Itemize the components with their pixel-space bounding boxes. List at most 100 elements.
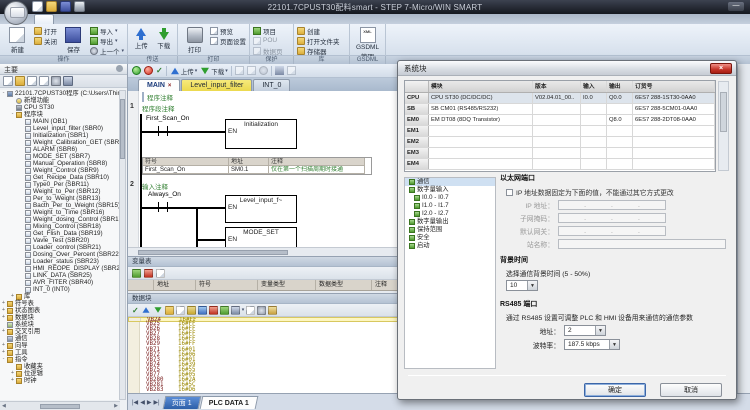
quick-new-icon[interactable] xyxy=(32,1,43,12)
contact-first-scan-on[interactable] xyxy=(158,126,168,136)
box-level-input-filter[interactable]: Level_input_f~ EN xyxy=(225,195,297,223)
compile-icon[interactable]: ✓ xyxy=(156,66,163,75)
tree-item[interactable]: Dosing_Over_Percent (SBR22) xyxy=(0,251,120,258)
tab-level-input-filter[interactable]: Level_input_filter xyxy=(181,79,252,91)
tree-item[interactable]: + 数据块 xyxy=(0,314,120,321)
db-download-icon[interactable] xyxy=(154,307,161,313)
run-button[interactable] xyxy=(132,66,141,75)
module-table-row[interactable]: EM4 xyxy=(405,159,715,170)
cancel-button[interactable]: 取消 xyxy=(660,383,722,397)
tree-item[interactable]: - 程序块 xyxy=(0,111,120,118)
tree-expander[interactable]: + xyxy=(0,349,7,356)
tree-vscroll-thumb[interactable] xyxy=(120,99,125,159)
tree-toolbar-view-icon[interactable] xyxy=(63,76,73,86)
minimize-button[interactable]: — xyxy=(728,2,744,11)
tree-expander[interactable]: + xyxy=(0,307,7,314)
tree-expander[interactable]: + xyxy=(9,377,16,384)
preview-button[interactable]: 预览 xyxy=(210,26,246,35)
module-slot-label[interactable]: CPU xyxy=(405,93,429,103)
tree-item[interactable]: Type0_Per (SBR11) xyxy=(0,181,120,188)
pin-icon[interactable] xyxy=(116,65,123,72)
vt-copy-icon[interactable] xyxy=(156,269,165,278)
ribbon-tab[interactable] xyxy=(56,14,74,24)
box-mode-set[interactable]: MODE_SET EN xyxy=(225,227,297,247)
tree-item[interactable]: Vavle_Test (SBR20) xyxy=(0,237,120,244)
db-delete-icon[interactable] xyxy=(209,306,218,315)
db-tools-icon[interactable] xyxy=(268,306,277,315)
db-verify-icon[interactable]: ✓ xyxy=(132,306,139,315)
ribbon-tab[interactable] xyxy=(116,14,134,24)
save-button[interactable]: 保存 xyxy=(59,26,88,54)
tree-item[interactable]: CPU ST30 xyxy=(0,104,120,111)
ribbon-tab[interactable] xyxy=(136,14,154,24)
contact-label-first-scan-on[interactable]: First_Scan_On xyxy=(146,115,189,122)
module-table-row[interactable]: EM0 EM DT08 (8DQ Transistor) Q8.0 6ES7 2… xyxy=(405,115,715,126)
tree-item[interactable]: ALARM (SBR6) xyxy=(0,146,120,153)
ribbon-tab[interactable] xyxy=(34,14,54,24)
module-slot-label[interactable]: EM0 xyxy=(405,115,429,125)
tree-item[interactable]: Weight_Control (SBR9) xyxy=(0,167,120,174)
network2-comment[interactable]: 输入注释 xyxy=(142,181,168,191)
module-name-cell[interactable] xyxy=(429,159,533,169)
editor-hscroll-thumb[interactable] xyxy=(138,250,288,255)
tree-expander[interactable]: + xyxy=(0,328,7,335)
db-settings-icon[interactable] xyxy=(257,306,266,315)
tree-item[interactable]: 收藏夹 xyxy=(0,363,120,370)
ribbon-tab[interactable] xyxy=(76,14,94,24)
db-open-icon[interactable] xyxy=(165,306,174,315)
tree-item[interactable]: Per_to_Weight (SBR13) xyxy=(0,195,120,202)
project-protect-button[interactable]: 项目 xyxy=(253,26,283,35)
rs485-baud-select[interactable]: 187.5 kbps ▼ xyxy=(564,339,620,350)
module-name-cell[interactable]: CPU ST30 (DC/DC/DC) xyxy=(429,93,533,103)
dialog-title-bar[interactable]: 系统块 × xyxy=(398,61,736,76)
app-menu-button[interactable] xyxy=(4,1,28,25)
next-page-button[interactable]: ▶ xyxy=(147,399,152,406)
tab-main[interactable]: MAIN× xyxy=(138,79,180,91)
editor-upload-button[interactable]: 上传▾ xyxy=(170,66,198,76)
new-button[interactable]: 新建 xyxy=(3,26,32,54)
module-table-row[interactable]: SB SB CM01 (RS485/RS232) 6ES7 288-5CM01-… xyxy=(405,104,715,115)
tree-item[interactable]: Weight_Calibration_GET (SBR2) xyxy=(0,139,120,146)
db-view-caret[interactable]: ▾ xyxy=(242,307,245,313)
dialog-tree-item[interactable]: I2.0 - I2.7 xyxy=(405,210,495,218)
module-table-row[interactable]: EM3 xyxy=(405,148,715,159)
db-insert-icon[interactable] xyxy=(198,306,207,315)
tree-expander[interactable]: + xyxy=(9,370,16,377)
db-upload-icon[interactable] xyxy=(142,307,149,313)
quick-save-icon[interactable] xyxy=(60,1,71,12)
print-button[interactable]: 打印 xyxy=(181,26,208,54)
tree-expander[interactable]: + xyxy=(0,342,7,349)
tree-item[interactable]: + 位逻辑 xyxy=(0,370,120,377)
download-button[interactable]: 下载 xyxy=(154,26,175,50)
rs485-address-dropdown-icon[interactable]: ▼ xyxy=(595,326,605,335)
tree-item[interactable]: Manual_Operation (SBR8) xyxy=(0,160,120,167)
tree-hscroll-thumb[interactable] xyxy=(40,404,80,409)
tree-item[interactable]: Initialization (SBR1) xyxy=(0,132,120,139)
tree-item[interactable]: Bacth_Per_to_Weight (SBR15) xyxy=(0,202,120,209)
network1-comment[interactable]: 程序段注释 xyxy=(142,103,175,113)
tab-int0[interactable]: INT_0 xyxy=(253,79,290,91)
tree-expander[interactable]: - xyxy=(0,356,7,363)
contact-label-always-on[interactable]: Always_On xyxy=(148,191,181,198)
background-time-select[interactable]: 10 ▼ xyxy=(506,280,538,291)
tab-close-icon[interactable]: × xyxy=(168,83,172,89)
ribbon-tab[interactable] xyxy=(96,14,114,24)
open-folder-button[interactable]: 打开文件夹 xyxy=(297,36,340,45)
tree-item[interactable]: Loader_control (SBR21) xyxy=(0,244,120,251)
tree-item[interactable]: MAIN (OB1) xyxy=(0,118,120,125)
module-slot-label[interactable]: SB xyxy=(405,104,429,114)
tree-item[interactable]: + 状态图表 xyxy=(0,307,120,314)
module-slot-label[interactable]: EM4 xyxy=(405,159,429,169)
tree-expander[interactable]: + xyxy=(0,314,7,321)
dialog-tree-item[interactable]: 通信 xyxy=(405,178,495,186)
tree-item[interactable]: HMI_REOPE_DISPLAY (SBR24) xyxy=(0,265,120,272)
db-paste-icon[interactable] xyxy=(187,306,196,315)
db-view-icon[interactable] xyxy=(231,306,240,315)
module-name-cell[interactable]: EM DT08 (8DQ Transistor) xyxy=(429,115,533,125)
quick-open-icon[interactable] xyxy=(46,1,57,12)
ip-fixed-checkbox[interactable] xyxy=(506,189,513,196)
db-props-icon[interactable] xyxy=(246,306,255,315)
tree-horizontal-scrollbar[interactable]: ◀▶ xyxy=(0,401,120,410)
module-name-cell[interactable] xyxy=(429,148,533,158)
tree-item[interactable]: - 指令 xyxy=(0,356,120,363)
